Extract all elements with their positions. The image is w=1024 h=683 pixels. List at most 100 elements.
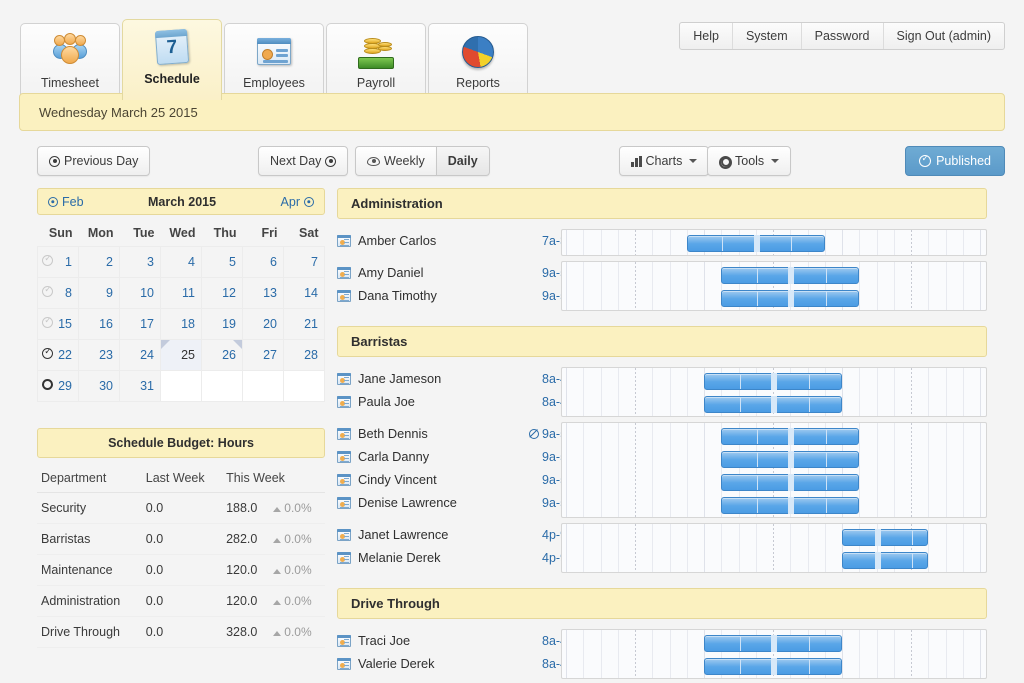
shift-block[interactable] xyxy=(721,428,859,445)
shift-block[interactable] xyxy=(704,373,842,390)
calendar-day-number: 31 xyxy=(140,379,154,393)
shift-block[interactable] xyxy=(687,235,825,252)
daily-view-button[interactable]: Daily xyxy=(436,146,490,176)
calendar-day-3[interactable]: 3 xyxy=(120,247,161,278)
budget-this-week: 328.0 xyxy=(222,617,269,648)
week-marker[interactable] xyxy=(42,286,53,300)
weekly-view-button[interactable]: Weekly xyxy=(355,146,436,176)
employee-card-icon xyxy=(337,529,351,541)
calendar-prev-month[interactable]: Feb xyxy=(48,195,84,209)
shift-seam xyxy=(757,429,758,444)
employee-card-icon xyxy=(337,552,351,564)
shift-block[interactable] xyxy=(721,497,859,514)
calendar-day-2[interactable]: 2 xyxy=(79,247,120,278)
tab-label: Reports xyxy=(456,76,500,90)
calendar-day-17[interactable]: 17 xyxy=(120,309,161,340)
shift-block[interactable] xyxy=(704,396,842,413)
schedule-group: Janet Lawrence4p-9pMelanie Derek4p-9p xyxy=(337,523,987,569)
left-sidebar: Feb March 2015 Apr Sun Mon Tue Wed Thu F… xyxy=(37,188,325,648)
calendar-day-25[interactable]: 25 xyxy=(161,340,202,371)
calendar-day-11[interactable]: 11 xyxy=(161,278,202,309)
calendar-day-number: 3 xyxy=(147,255,154,269)
calendar-day-21[interactable]: 21 xyxy=(284,309,325,340)
shift-block[interactable] xyxy=(842,529,928,546)
budget-change-value: 0.0% xyxy=(284,532,311,546)
calendar-day-7[interactable]: 7 xyxy=(284,247,325,278)
shift-break xyxy=(771,658,777,675)
shift-block[interactable] xyxy=(842,552,928,569)
calendar-day-30[interactable]: 30 xyxy=(79,371,120,402)
week-marker[interactable] xyxy=(42,348,53,362)
calendar-day-13[interactable]: 13 xyxy=(243,278,284,309)
timeline-track[interactable] xyxy=(561,229,987,256)
tab-payroll[interactable]: Payroll xyxy=(326,23,426,100)
shift-block[interactable] xyxy=(721,290,859,307)
timeline-track[interactable] xyxy=(561,367,987,417)
tools-dropdown-button[interactable]: Tools xyxy=(707,146,791,176)
shift-block[interactable] xyxy=(704,658,842,675)
budget-body: Security0.0188.00.0%Barristas0.0282.00.0… xyxy=(37,493,325,648)
calendar-day-31[interactable]: 31 xyxy=(120,371,161,402)
calendar-day-24[interactable]: 24 xyxy=(120,340,161,371)
calendar-day-28[interactable]: 28 xyxy=(284,340,325,371)
week-marker[interactable] xyxy=(42,317,53,331)
tab-employees[interactable]: Employees xyxy=(224,23,324,100)
calendar-day-1[interactable]: 1 xyxy=(38,247,79,278)
budget-change-value: 0.0% xyxy=(284,594,311,608)
shift-block[interactable] xyxy=(721,451,859,468)
check-circle-icon xyxy=(919,155,931,167)
timeline-track[interactable] xyxy=(561,523,987,573)
shift-break xyxy=(788,497,794,514)
charts-dropdown-button[interactable]: Charts xyxy=(619,146,709,176)
calendar-day-22[interactable]: 22 xyxy=(38,340,79,371)
shift-break xyxy=(771,635,777,652)
shift-break xyxy=(788,451,794,468)
shift-block[interactable] xyxy=(704,635,842,652)
week-marker[interactable] xyxy=(42,255,53,269)
timeline-track[interactable] xyxy=(561,422,987,518)
tab-timesheet[interactable]: Timesheet xyxy=(20,23,120,100)
published-status-button[interactable]: Published xyxy=(905,146,1005,176)
week-marker[interactable] xyxy=(42,379,53,393)
calendar-day-26[interactable]: 26 xyxy=(202,340,243,371)
shift-break xyxy=(788,428,794,445)
calendar-day-20[interactable]: 20 xyxy=(243,309,284,340)
next-day-button[interactable]: Next Day xyxy=(258,146,348,176)
shift-block[interactable] xyxy=(721,474,859,491)
calendar-week-row: 22232425262728 xyxy=(38,340,325,371)
tab-schedule[interactable]: Schedule xyxy=(122,19,222,100)
timeline-track[interactable] xyxy=(561,629,987,679)
calendar-day-16[interactable]: 16 xyxy=(79,309,120,340)
calendar-day-19[interactable]: 19 xyxy=(202,309,243,340)
link-sign-out[interactable]: Sign Out (admin) xyxy=(883,23,1004,49)
calendar-day-18[interactable]: 18 xyxy=(161,309,202,340)
calendar-day-5[interactable]: 5 xyxy=(202,247,243,278)
calendar-day-9[interactable]: 9 xyxy=(79,278,120,309)
tab-reports[interactable]: Reports xyxy=(428,23,528,100)
calendar-day-23[interactable]: 23 xyxy=(79,340,120,371)
calendar-day-15[interactable]: 15 xyxy=(38,309,79,340)
calendar-next-month[interactable]: Apr xyxy=(281,195,314,209)
shift-seam xyxy=(826,268,827,283)
calendar-day-27[interactable]: 27 xyxy=(243,340,284,371)
contact-card-icon xyxy=(254,32,294,72)
link-help[interactable]: Help xyxy=(680,23,732,49)
calendar-day-10[interactable]: 10 xyxy=(120,278,161,309)
shift-block[interactable] xyxy=(721,267,859,284)
calendar-day-12[interactable]: 12 xyxy=(202,278,243,309)
calendar-day-number: 8 xyxy=(65,286,72,300)
previous-day-button[interactable]: Previous Day xyxy=(37,146,150,176)
budget-col-this-week: This Week xyxy=(222,464,325,493)
calendar-day-4[interactable]: 4 xyxy=(161,247,202,278)
people-icon xyxy=(50,32,90,72)
calendar-day-number: 7 xyxy=(311,255,318,269)
link-password[interactable]: Password xyxy=(801,23,883,49)
calendar-day-8[interactable]: 8 xyxy=(38,278,79,309)
calendar-weekday-header: Sun Mon Tue Wed Thu Fri Sat xyxy=(38,222,325,247)
timeline-track[interactable] xyxy=(561,261,987,311)
calendar-day-29[interactable]: 29 xyxy=(38,371,79,402)
weekday-mon: Mon xyxy=(79,222,120,247)
calendar-day-6[interactable]: 6 xyxy=(243,247,284,278)
calendar-day-14[interactable]: 14 xyxy=(284,278,325,309)
link-system[interactable]: System xyxy=(732,23,801,49)
